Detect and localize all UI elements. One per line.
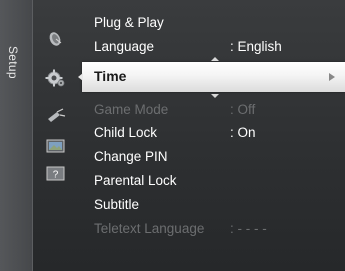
menu-item-value: : English	[230, 39, 282, 54]
menu-item-value: : Off	[230, 102, 256, 117]
menu-item-value: : - - - -	[230, 221, 267, 236]
menu-item-change-pin[interactable]: Change PIN	[94, 146, 345, 168]
menu-item-label: Plug & Play	[94, 15, 164, 30]
menu-item-label: Language	[94, 39, 155, 54]
menu-item-teletext-language: Teletext Language : - - - -	[94, 218, 345, 240]
menu-item-label: Child Lock	[94, 125, 158, 140]
setup-tab-label: Setup	[6, 46, 20, 79]
menu-item-label: Teletext Language	[94, 221, 205, 236]
menu-item-label: Subtitle	[94, 197, 140, 212]
help-icon[interactable]: ?	[45, 165, 67, 183]
setup-menu-list: Plug & Play Language : English Game Mode…	[82, 0, 345, 271]
svg-text:?: ?	[53, 170, 59, 181]
picture-icon[interactable]	[45, 137, 67, 155]
setup-gear-icon[interactable]	[45, 68, 67, 87]
setup-tab[interactable]: Setup	[0, 0, 33, 271]
menu-item-label: Parental Lock	[94, 173, 177, 188]
menu-item-value: : On	[230, 125, 256, 140]
category-icon-column: ?	[33, 0, 79, 271]
menu-item-label: Change PIN	[94, 149, 168, 164]
menu-item-label: Game Mode	[94, 102, 169, 117]
menu-item-language[interactable]: Language : English	[94, 36, 345, 58]
menu-item-child-lock[interactable]: Child Lock : On	[94, 122, 345, 144]
menu-item-plug-and-play[interactable]: Plug & Play	[94, 12, 345, 34]
menu-item-game-mode: Game Mode : Off	[94, 99, 345, 121]
menu-item-subtitle[interactable]: Subtitle	[94, 194, 345, 216]
setup-menu-screen: Setup ? Time Plug & Play Language: Engl…	[0, 0, 345, 271]
input-antenna-icon[interactable]	[45, 107, 67, 125]
satellite-dish-icon[interactable]	[45, 30, 67, 48]
menu-item-parental-lock[interactable]: Parental Lock	[94, 170, 345, 192]
